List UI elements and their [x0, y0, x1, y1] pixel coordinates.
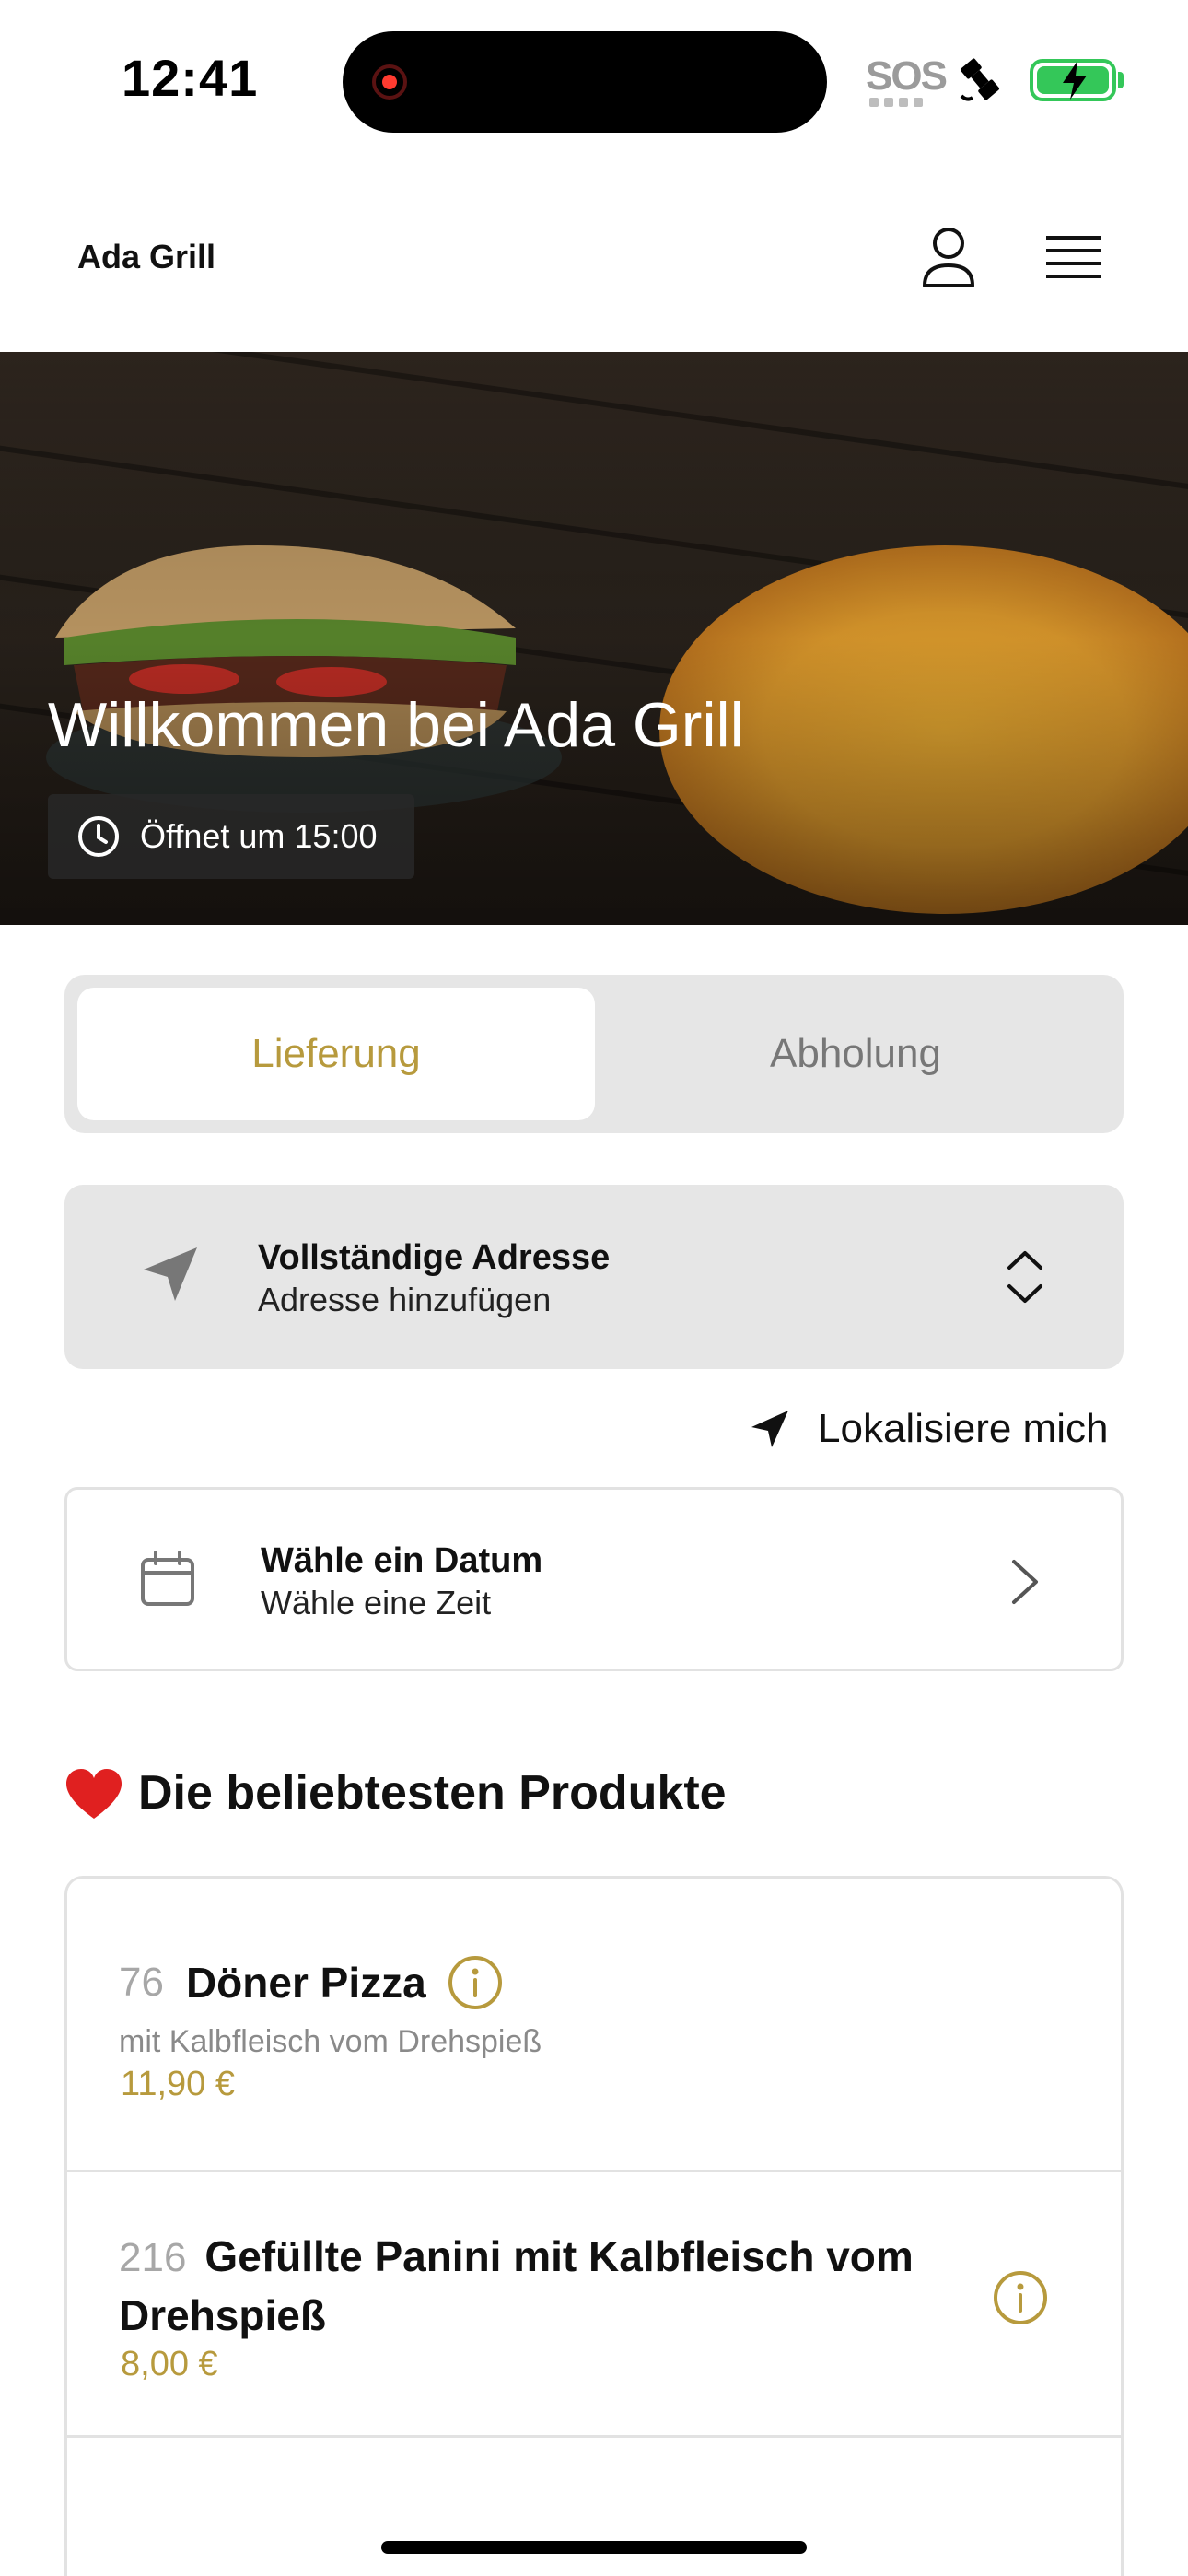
brand-title[interactable]: Ada Grill	[77, 238, 215, 276]
sos-indicator: SOS	[866, 53, 948, 99]
signal-dots-icon	[869, 98, 928, 107]
chevron-right-icon	[1012, 1560, 1038, 1604]
recording-dot-icon	[372, 64, 407, 100]
product-description: mit Kalbfleisch vom Drehspieß	[119, 2024, 542, 2059]
hero-banner: Willkommen bei Ada Grill Öffnet um 15:00	[0, 352, 1188, 925]
welcome-title: Willkommen bei Ada Grill	[48, 690, 744, 760]
product-number: 76	[119, 1960, 164, 2005]
product-price: 11,90 €	[121, 2065, 235, 2103]
calendar-icon	[141, 1551, 194, 1606]
info-icon[interactable]	[447, 1954, 504, 2011]
dynamic-island	[343, 31, 827, 133]
battery-charging-icon	[1030, 59, 1116, 101]
status-time: 12:41	[122, 49, 259, 107]
list-item[interactable]: 216 Gefüllte Panini mit Kalbfleisch vom D…	[67, 2172, 1121, 2438]
time-subtitle: Wähle eine Zeit	[261, 1584, 492, 1622]
address-selector[interactable]: Vollständige Adresse Adresse hinzufügen	[64, 1185, 1124, 1369]
product-price: 8,00 €	[121, 2345, 218, 2383]
navigation-arrow-icon	[751, 1411, 788, 1447]
satellite-icon	[960, 58, 999, 101]
address-title: Vollständige Adresse	[258, 1238, 611, 1277]
hamburger-menu-icon[interactable]	[1044, 230, 1103, 286]
opening-hours-badge: Öffnet um 15:00	[48, 794, 414, 879]
delivery-tab[interactable]: Lieferung	[77, 988, 595, 1120]
opening-hours-text: Öffnet um 15:00	[140, 817, 378, 855]
popular-products-heading: Die beliebtesten Produkte	[138, 1766, 727, 1820]
home-indicator[interactable]	[381, 2541, 807, 2554]
user-icon[interactable]	[919, 225, 978, 291]
popular-products-list: 76 Döner Pizza mit Kalbfleisch vom Drehs…	[64, 1876, 1124, 2576]
list-item[interactable]: 76 Döner Pizza mit Kalbfleisch vom Drehs…	[67, 1879, 1121, 2172]
product-number: 216	[119, 2235, 187, 2280]
info-icon[interactable]	[992, 2269, 1049, 2326]
product-name: Döner Pizza	[185, 1959, 426, 2007]
chevron-up-down-icon	[1007, 1251, 1042, 1303]
clock-icon	[78, 816, 119, 857]
address-subtitle: Adresse hinzufügen	[258, 1281, 552, 1318]
battery-cap	[1118, 72, 1124, 88]
date-time-selector[interactable]: Wähle ein Datum Wähle eine Zeit	[64, 1487, 1124, 1671]
locate-me-label: Lokalisiere mich	[818, 1406, 1109, 1451]
date-title: Wähle ein Datum	[261, 1541, 543, 1580]
location-arrow-icon	[144, 1247, 197, 1301]
pickup-tab[interactable]: Abholung	[597, 988, 1114, 1120]
product-name: Gefüllte Panini mit Kalbfleisch vom Dreh…	[119, 2232, 914, 2339]
heart-icon	[66, 1769, 122, 1819]
order-mode-toggle: Lieferung Abholung	[64, 975, 1124, 1133]
locate-me-button[interactable]: Lokalisiere mich	[748, 1400, 1108, 1458]
